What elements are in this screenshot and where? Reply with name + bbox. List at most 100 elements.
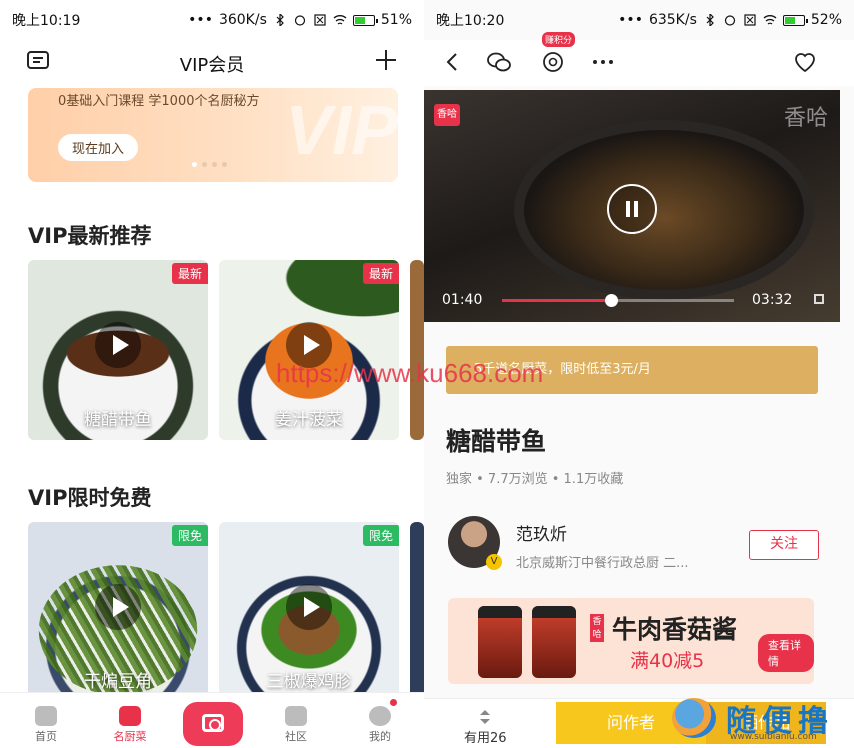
battery-icon [782, 14, 808, 26]
tab-label: 首页 [35, 730, 57, 743]
network-speed: 635K/s [648, 12, 697, 28]
progress-fill [502, 299, 612, 302]
top-bar: 赚积分 [424, 32, 854, 86]
fullscreen-icon[interactable] [814, 294, 824, 304]
tab-chef[interactable]: 名厨菜 [100, 706, 160, 744]
tab-label: 名厨菜 [113, 730, 147, 743]
tab-me[interactable]: 我的 [350, 706, 410, 744]
notification-dot [390, 699, 397, 706]
vote-arrows-icon [480, 710, 491, 724]
total-time: 03:32 [752, 292, 793, 308]
play-icon[interactable] [95, 322, 141, 368]
network-speed: 360K/s [218, 12, 267, 28]
current-time: 01:40 [442, 292, 483, 308]
ad-brand-logo: 香哈 [590, 614, 604, 642]
section-title-free: VIP限时免费 [28, 486, 152, 510]
battery-icon [352, 14, 378, 26]
back-icon[interactable] [440, 50, 466, 74]
recipe-card[interactable]: 最新 糖醋带鱼 [28, 260, 208, 440]
bottom-tab-bar: 首页 名厨菜 社区 我的 [0, 692, 424, 748]
brand-logo: 香哈 [434, 104, 460, 126]
home-icon [35, 706, 57, 726]
product-ad[interactable]: 香哈 牛肉香菇酱 满40减5 查看详情 [448, 598, 814, 684]
sim-icon [744, 14, 756, 26]
progress-slider[interactable] [502, 294, 734, 307]
watermark-url: https://www.ku668.com [276, 358, 544, 388]
author-name[interactable]: 范玖炘 [516, 520, 567, 545]
author-description: 北京威斯汀中餐行政总厨 二... [516, 556, 689, 571]
tab-community[interactable]: 社区 [266, 706, 326, 744]
follow-button[interactable]: 关注 [749, 530, 819, 560]
video-frame [524, 130, 804, 290]
recipe-stats: 独家 • 7.7万浏览 • 1.1万收藏 [446, 472, 624, 487]
wifi-icon [333, 15, 347, 25]
tab-label: 我的 [369, 730, 391, 743]
dots-icon: ••• [618, 12, 643, 28]
recipe-name: 干煸豆角 [84, 672, 152, 692]
more-icon[interactable] [590, 50, 616, 74]
video-watermark: 香哈 [783, 106, 828, 131]
recipe-name: 糖醋带鱼 [84, 410, 152, 430]
wechat-icon[interactable] [486, 50, 512, 74]
corner-logo-url: www.suibianlu.com [730, 732, 817, 742]
jar-image [478, 606, 522, 678]
vip-watermark: VIP [285, 91, 398, 169]
camera-button[interactable] [183, 702, 243, 746]
badge-new: 最新 [362, 263, 399, 284]
battery-level: 52% [810, 12, 842, 28]
profile-icon [369, 706, 391, 726]
corner-watermark: 随便撸 www.suibianlu.com [664, 694, 850, 746]
useful-button[interactable]: 有用26 [464, 709, 507, 746]
jar-image [532, 606, 576, 678]
top-bar: VIP会员 [0, 40, 424, 84]
recipe-name: 姜汁菠菜 [275, 410, 343, 430]
recipe-card[interactable]: 限免 三椒爆鸡胗 [219, 522, 399, 702]
badge-free: 限免 [171, 525, 208, 546]
status-bar: 晚上10:19 ••• 360K/s 51% [0, 0, 424, 40]
corner-logo-icon [672, 698, 716, 738]
play-icon[interactable] [95, 584, 141, 630]
banner-text: 0基础入门课程 学1000个名厨秘方 [58, 94, 260, 109]
community-icon [285, 706, 307, 726]
carousel-dots [192, 162, 227, 167]
status-time: 晚上10:20 [436, 13, 505, 29]
battery-level: 51% [380, 12, 412, 28]
useful-label: 有用26 [464, 731, 507, 746]
sim-icon [314, 14, 326, 26]
join-now-button[interactable]: 现在加入 [58, 134, 139, 161]
chef-hat-icon [119, 706, 141, 726]
camera-icon [202, 714, 224, 732]
tab-home[interactable]: 首页 [16, 706, 76, 744]
section-title-new: VIP最新推荐 [28, 224, 152, 248]
recipe-title: 糖醋带鱼 [446, 427, 547, 456]
recipe-name: 三椒爆鸡胗 [266, 672, 352, 692]
alarm-icon [724, 15, 735, 26]
plus-icon[interactable] [374, 48, 398, 72]
dots-icon: ••• [188, 12, 213, 28]
ad-deal: 满40减5 [630, 650, 705, 672]
bluetooth-icon [276, 14, 284, 26]
play-icon[interactable] [286, 584, 332, 630]
vip-banner[interactable]: VIP 0基础入门课程 学1000个名厨秘方 现在加入 [28, 88, 398, 182]
pause-icon[interactable] [607, 184, 657, 234]
favorite-heart-icon[interactable] [792, 50, 818, 74]
status-time: 晚上10:19 [12, 13, 81, 29]
recipe-card-peek[interactable] [410, 522, 424, 702]
ad-product-name: 牛肉香菇酱 [612, 615, 738, 644]
recipe-card-peek[interactable] [410, 260, 424, 440]
view-details-button[interactable]: 查看详情 [758, 634, 814, 672]
tab-label: 社区 [285, 730, 307, 743]
bluetooth-icon [706, 14, 714, 26]
badge-new: 最新 [171, 263, 208, 284]
recipe-card[interactable]: 限免 干煸豆角 [28, 522, 208, 702]
alarm-icon [294, 15, 305, 26]
recipe-card[interactable]: 最新 姜汁菠菜 [219, 260, 399, 440]
vip-verified-badge: V [486, 554, 502, 570]
moments-icon[interactable] [540, 50, 566, 74]
wifi-icon [763, 15, 777, 25]
badge-free: 限免 [362, 525, 399, 546]
progress-knob[interactable] [605, 294, 619, 307]
status-bar: 晚上10:20 ••• 635K/s 52% [424, 0, 854, 40]
page-title: VIP会员 [179, 55, 245, 76]
video-player[interactable]: 香哈 香哈 01:40 03:32 [424, 90, 840, 322]
